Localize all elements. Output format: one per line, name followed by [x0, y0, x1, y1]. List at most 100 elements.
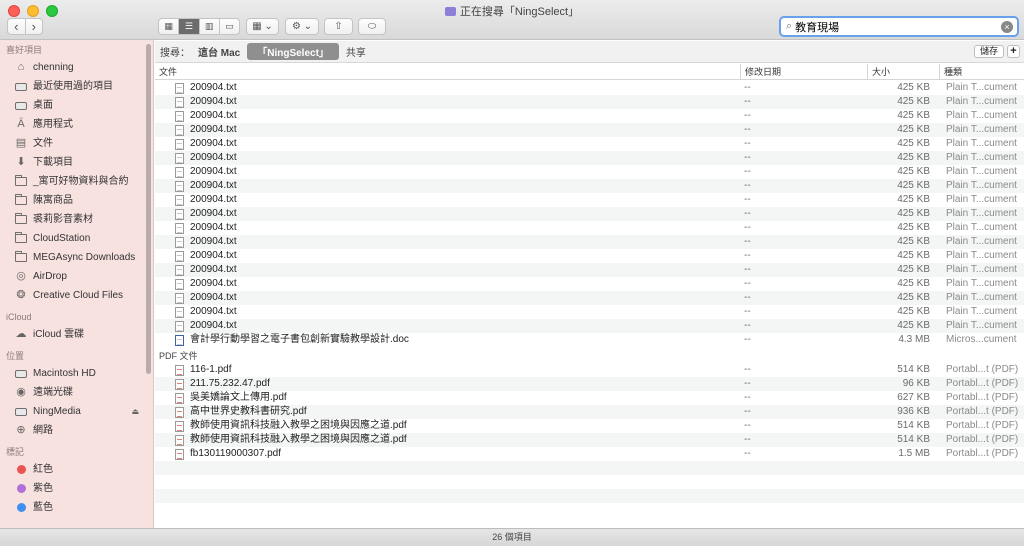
file-row[interactable]: 會計學行動學習之電子書包創新實驗教學設計.doc -- 4.3 MB Micros..… — [155, 333, 1024, 347]
blue-tag-icon — [14, 501, 28, 514]
file-row[interactable]: 高中世界史教科書研究.pdf -- 936 KB Portabl...t (PDF) — [155, 405, 1024, 419]
text-file-icon — [175, 208, 184, 220]
file-row[interactable]: 200904.txt -- 425 KB Plain T...cument — [155, 109, 1024, 123]
file-row[interactable]: 200904.txt -- 425 KB Plain T...cument — [155, 179, 1024, 193]
file-row[interactable]: 200904.txt -- 425 KB Plain T...cument — [155, 305, 1024, 319]
sidebar-scrollbar[interactable] — [146, 44, 151, 374]
column-header-name[interactable]: 文件 — [155, 64, 740, 80]
file-row[interactable]: 200904.txt -- 425 KB Plain T...cument — [155, 123, 1024, 137]
purple-tag-icon — [14, 482, 28, 495]
file-name-cell: 200904.txt — [175, 263, 735, 277]
sidebar-item-remote-disc[interactable]: ◉ 遠端光碟 — [0, 383, 153, 402]
sidebar-item-chenning[interactable]: ⌂ chenning — [0, 58, 153, 77]
scope-this-mac[interactable]: 這台 Mac — [198, 44, 240, 59]
search-field[interactable]: ⌕ × — [779, 16, 1019, 37]
column-view-icon[interactable]: ▥ — [198, 19, 219, 34]
file-row[interactable]: 200904.txt -- 425 KB Plain T...cument — [155, 263, 1024, 277]
file-row[interactable]: 200904.txt -- 425 KB Plain T...cument — [155, 137, 1024, 151]
action-button[interactable]: ⚙ ⌄ — [285, 18, 319, 35]
file-name: fb130119000307.pdf — [190, 448, 282, 459]
file-date: -- — [744, 250, 751, 261]
sidebar-item-tag-red[interactable]: 紅色 — [0, 460, 153, 479]
file-row[interactable]: 200904.txt -- 425 KB Plain T...cument — [155, 81, 1024, 95]
sidebar-item-folder-products[interactable]: 陳寓商品 — [0, 191, 153, 210]
sidebar-item-folder-contracts[interactable]: _寓可好物資料與合約 — [0, 172, 153, 191]
group-by-button[interactable]: ▦ ⌄ — [246, 18, 279, 35]
group-header: PDF 文件 — [155, 347, 1024, 363]
file-kind: Plain T...cument — [946, 96, 1017, 107]
file-size: 425 KB — [897, 208, 930, 219]
search-input[interactable] — [795, 20, 1001, 33]
file-size: 514 KB — [897, 434, 930, 445]
column-header-kind[interactable]: 種類 — [939, 64, 1024, 80]
file-name: 200904.txt — [190, 180, 237, 191]
chevron-right-icon[interactable]: › — [24, 19, 43, 34]
file-row[interactable]: 200904.txt -- 425 KB Plain T...cument — [155, 319, 1024, 333]
file-name: 200904.txt — [190, 138, 237, 149]
sidebar-item-airdrop[interactable]: ◎ AirDrop — [0, 267, 153, 286]
sidebar-item-network[interactable]: ⊕ 網路 — [0, 421, 153, 440]
file-row[interactable]: 200904.txt -- 425 KB Plain T...cument — [155, 291, 1024, 305]
eject-icon[interactable]: ⏏ — [131, 402, 139, 421]
sidebar-item-desktop[interactable]: 桌面 — [0, 96, 153, 115]
sidebar-item-creative-cloud[interactable]: ❂ Creative Cloud Files — [0, 286, 153, 305]
file-row[interactable]: 200904.txt -- 425 KB Plain T...cument — [155, 221, 1024, 235]
gallery-view-icon[interactable]: ▭ — [218, 19, 239, 34]
icon-view-icon[interactable]: ▦ — [159, 19, 178, 34]
sidebar-item-applications[interactable]: Ä 應用程式 — [0, 115, 153, 134]
file-row[interactable]: 200904.txt -- 425 KB Plain T...cument — [155, 277, 1024, 291]
file-size: 425 KB — [897, 152, 930, 163]
search-scope-bar: 搜尋： 這台 Mac 「NingSelect」 共享 儲存 + — [155, 41, 1024, 63]
column-header-size[interactable]: 大小 — [867, 64, 939, 80]
chevron-left-icon[interactable]: ‹ — [8, 19, 25, 34]
list-view-icon[interactable]: ☰ — [178, 19, 199, 34]
sidebar-item-ningmedia[interactable]: NingMedia ⏏ — [0, 402, 153, 421]
file-row[interactable]: 教師使用資訊科技融入教學之困境與因應之道.pdf -- 514 KB Portabl.… — [155, 419, 1024, 433]
file-row[interactable]: 教師使用資訊科技融入教學之困境與因應之道.pdf -- 514 KB Portabl.… — [155, 433, 1024, 447]
file-row[interactable]: 200904.txt -- 425 KB Plain T...cument — [155, 95, 1024, 109]
column-header-date[interactable]: 修改日期 — [740, 64, 867, 80]
file-size: 425 KB — [897, 264, 930, 275]
sidebar-item-downloads[interactable]: ⬇ 下載項目 — [0, 153, 153, 172]
text-file-icon — [175, 306, 184, 318]
file-row[interactable]: 吳美嬌論文上傳用.pdf -- 627 KB Portabl...t (PDF) — [155, 391, 1024, 405]
sidebar-item-icloud-drive[interactable]: ☁ iCloud 雲碟 — [0, 325, 153, 344]
file-size: 425 KB — [897, 292, 930, 303]
file-kind: Micros...cument — [946, 334, 1017, 345]
file-size: 4.3 MB — [898, 334, 930, 345]
sidebar-item-macintosh-hd[interactable]: Macintosh HD — [0, 364, 153, 383]
column-headers: 文件 修改日期 大小 種類 — [155, 64, 1024, 80]
sidebar-item-documents[interactable]: ▤ 文件 — [0, 134, 153, 153]
tag-button[interactable]: ⬭ — [358, 18, 386, 35]
file-row[interactable]: 200904.txt -- 425 KB Plain T...cument — [155, 249, 1024, 263]
file-row[interactable]: 211.75.232.47.pdf -- 96 KB Portabl...t (PDF… — [155, 377, 1024, 391]
file-row[interactable]: 200904.txt -- 425 KB Plain T...cument — [155, 235, 1024, 249]
file-name-cell: 200904.txt — [175, 221, 735, 235]
file-size: 425 KB — [897, 222, 930, 233]
sidebar-item-megasync[interactable]: MEGAsync Downloads — [0, 248, 153, 267]
file-row[interactable]: 200904.txt -- 425 KB Plain T...cument — [155, 165, 1024, 179]
file-row[interactable]: 200904.txt -- 425 KB Plain T...cument — [155, 207, 1024, 221]
share-button[interactable]: ⇧ — [324, 18, 353, 35]
scope-shared[interactable]: 共享 — [346, 44, 366, 59]
save-search-button[interactable]: 儲存 — [973, 45, 1004, 58]
add-criteria-button[interactable]: + — [1007, 45, 1020, 58]
clear-search-icon[interactable]: × — [1001, 20, 1013, 33]
file-kind: Plain T...cument — [946, 222, 1017, 233]
sidebar-item-folder-media[interactable]: 裘莉影音素材 — [0, 210, 153, 229]
sidebar-item-tag-purple[interactable]: 紫色 — [0, 479, 153, 498]
file-row[interactable]: 116-1.pdf -- 514 KB Portabl...t (PDF) — [155, 363, 1024, 377]
sidebar-item-cloudstation[interactable]: CloudStation — [0, 229, 153, 248]
file-row[interactable]: 200904.txt -- 425 KB Plain T...cument — [155, 151, 1024, 165]
file-row[interactable]: 200904.txt -- 425 KB Plain T...cument — [155, 193, 1024, 207]
scope-ningselect[interactable]: 「NingSelect」 — [247, 43, 339, 60]
text-file-icon — [175, 82, 184, 94]
sidebar-item-recents[interactable]: 最近使用過的項目 — [0, 77, 153, 96]
sidebar-item-tag-blue[interactable]: 藍色 — [0, 498, 153, 517]
file-date: -- — [744, 306, 751, 317]
file-name: 200904.txt — [190, 320, 237, 331]
file-name: 200904.txt — [190, 236, 237, 247]
file-row[interactable]: fb130119000307.pdf -- 1.5 MB Portabl...t (P… — [155, 447, 1024, 461]
share-icon: ⇧ — [334, 21, 343, 32]
file-name: 200904.txt — [190, 194, 237, 205]
